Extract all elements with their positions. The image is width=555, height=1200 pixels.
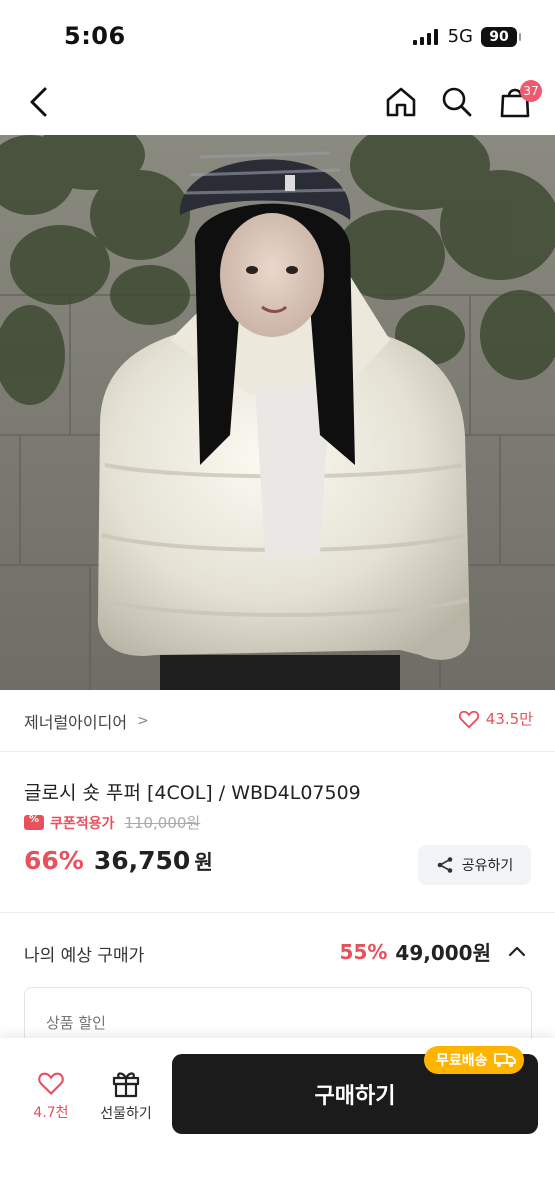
network-type: 5G [447, 26, 473, 47]
free-shipping-label: 무료배송 [436, 1053, 488, 1069]
chevron-right-icon: > [137, 713, 149, 729]
status-bar: 5:06 5G 90 [0, 0, 555, 72]
cart-count-badge: 37 [520, 80, 542, 102]
gift-icon [112, 1072, 140, 1098]
heart-icon [458, 710, 479, 728]
gift-label: 선물하기 [100, 1106, 152, 1122]
battery-icon: 90 [481, 26, 521, 47]
top-nav-bar: 37 [0, 72, 555, 134]
status-indicators: 5G 90 [412, 26, 521, 47]
signal-icon [412, 28, 438, 45]
estimated-price-value: 55% 49,000원 [340, 937, 529, 966]
brand-row: 제너럴아이디어 > 43.5만 [0, 690, 555, 752]
search-icon [442, 87, 472, 117]
estimated-price: 49,000원 [395, 941, 491, 965]
brand-like-count: 43.5만 [485, 710, 533, 728]
coupon-icon [24, 814, 44, 830]
bottom-action-bar: 4.7천 선물하기 구매하기 무료배송 [0, 1038, 555, 1200]
chevron-up-icon[interactable] [505, 940, 529, 964]
home-icon [386, 87, 416, 117]
currency-unit: 원 [194, 850, 213, 874]
price-row: 66% 36,750 원 [24, 846, 213, 875]
original-price: 110,000원 [124, 814, 201, 832]
status-time: 5:06 [64, 22, 126, 50]
home-button[interactable] [380, 80, 422, 124]
share-button[interactable]: 공유하기 [418, 845, 531, 885]
coupon-label: 쿠폰적용가 [50, 815, 115, 832]
back-button[interactable] [18, 80, 58, 124]
search-button[interactable] [436, 80, 478, 124]
cart-button[interactable]: 37 [494, 80, 542, 124]
brand-link[interactable]: 제너럴아이디어 > [24, 709, 149, 733]
brand-name: 제너럴아이디어 [24, 713, 128, 732]
brand-like-button[interactable]: 43.5만 [458, 708, 533, 729]
coupon-row: 쿠폰적용가 110,000원 [24, 812, 200, 833]
share-icon [437, 857, 453, 873]
discount-rate: 66% [24, 846, 84, 875]
wishlist-count: 4.7천 [33, 1105, 69, 1121]
delivery-truck-icon [493, 1053, 516, 1067]
wishlist-button[interactable]: 4.7천 [22, 1070, 80, 1130]
product-discount-label: 상품 할인 [46, 1014, 106, 1032]
chevron-left-icon [30, 87, 47, 117]
heart-icon [38, 1072, 64, 1095]
section-divider [0, 912, 555, 913]
free-shipping-badge: 무료배송 [424, 1046, 524, 1074]
gift-button[interactable]: 선물하기 [94, 1068, 158, 1130]
product-image-gallery[interactable] [0, 135, 555, 690]
sale-price: 36,750 [93, 846, 191, 875]
estimated-price-label: 나의 예상 구매가 [24, 946, 145, 966]
estimated-discount-rate: 55% [339, 939, 388, 964]
product-photo [0, 135, 555, 690]
product-title: 글로시 숏 푸퍼 [4COL] / WBD4L07509 [24, 782, 361, 804]
buy-label: 구매하기 [314, 1083, 396, 1108]
share-label: 공유하기 [461, 857, 514, 873]
estimated-price-row[interactable]: 나의 예상 구매가 55% 49,000원 [0, 920, 555, 980]
